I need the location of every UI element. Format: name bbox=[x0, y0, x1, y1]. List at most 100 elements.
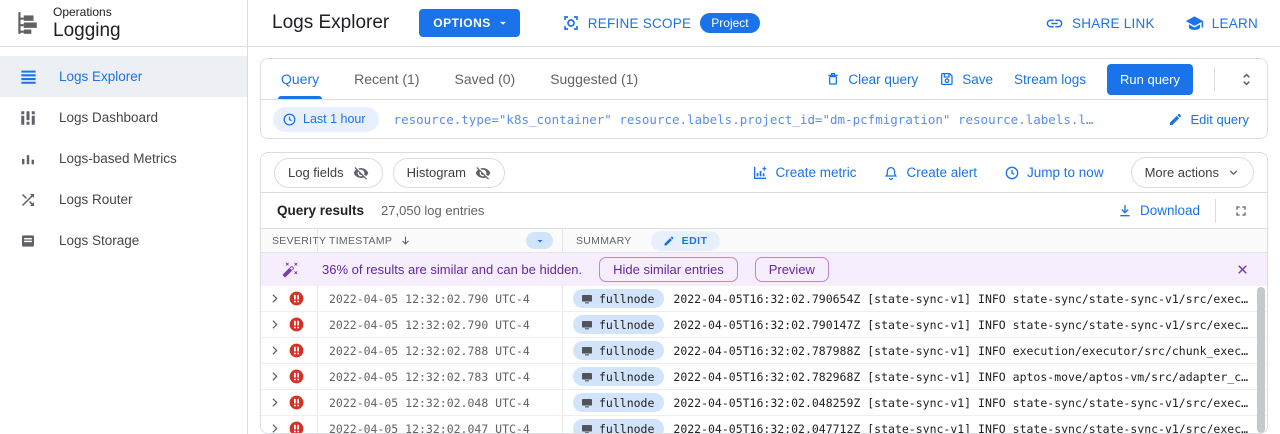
save-label: Save bbox=[962, 72, 993, 87]
magic-wand-icon bbox=[282, 261, 299, 278]
jump-to-now-label: Jump to now bbox=[1027, 165, 1104, 180]
clear-query-button[interactable]: Clear query bbox=[825, 71, 918, 87]
sort-descending-icon[interactable] bbox=[399, 234, 412, 247]
toolbar-links: Create metric Create alert Jump to now M… bbox=[752, 157, 1254, 188]
expand-chevron-icon[interactable] bbox=[268, 422, 281, 433]
expand-chevron-icon[interactable] bbox=[268, 396, 281, 409]
log-row[interactable]: 2022-04-05 12:32:02.790 UTC-4 fullnode 2… bbox=[261, 286, 1267, 312]
summary-column-label: SUMMARY bbox=[576, 235, 632, 247]
log-row[interactable]: 2022-04-05 12:32:02.048 UTC-4 fullnode 2… bbox=[261, 390, 1267, 416]
log-fields-toggle[interactable]: Log fields bbox=[274, 158, 383, 188]
product-header: Operations Logging bbox=[0, 0, 247, 47]
stream-logs-button[interactable]: Stream logs bbox=[1014, 72, 1086, 87]
collapse-panel-button[interactable] bbox=[1236, 69, 1257, 90]
resource-badge[interactable]: fullnode bbox=[573, 393, 664, 412]
monitor-icon bbox=[581, 319, 593, 331]
query-tabs-row: Query Recent (1) Saved (0) Suggested (1)… bbox=[261, 59, 1267, 100]
log-row-summary: 2022-04-05T16:32:02.790654Z [state-sync-… bbox=[673, 292, 1251, 306]
tab-saved[interactable]: Saved (0) bbox=[451, 59, 518, 99]
timestamp-column-label: TIMESTAMP bbox=[329, 235, 392, 247]
log-table-header: SEVERITY TIMESTAMP SUMMARY EDIT bbox=[261, 229, 1267, 253]
bell-icon bbox=[883, 165, 899, 181]
query-text[interactable]: resource.type="k8s_container" resource.l… bbox=[394, 112, 1154, 127]
expand-chevron-icon[interactable] bbox=[268, 318, 281, 331]
log-rows: 2022-04-05 12:32:02.790 UTC-4 fullnode 2… bbox=[261, 286, 1267, 433]
jump-to-now-button[interactable]: Jump to now bbox=[1004, 165, 1104, 181]
resource-badge[interactable]: fullnode bbox=[573, 315, 664, 334]
error-severity-icon bbox=[289, 421, 304, 433]
monitor-icon bbox=[581, 397, 593, 409]
expand-chevron-icon[interactable] bbox=[268, 370, 281, 383]
create-metric-button[interactable]: Create metric bbox=[752, 165, 856, 181]
fullscreen-icon bbox=[1233, 203, 1249, 219]
hide-similar-entries-button[interactable]: Hide similar entries bbox=[599, 257, 738, 282]
resource-badge[interactable]: fullnode bbox=[573, 341, 664, 360]
histogram-toggle[interactable]: Histogram bbox=[393, 158, 505, 188]
page-header: Logs Explorer OPTIONS REFINE SCOPE Proje… bbox=[248, 0, 1280, 47]
log-row-severity-cell bbox=[261, 286, 318, 311]
vertical-scrollbar[interactable] bbox=[1257, 287, 1265, 433]
download-button[interactable]: Download bbox=[1117, 203, 1200, 219]
log-row-summary-cell: fullnode 2022-04-05T16:32:02.047712Z [st… bbox=[563, 416, 1267, 433]
query-actions: Clear query Save Stream logs Run query bbox=[825, 64, 1261, 95]
refine-scope-group: REFINE SCOPE Project bbox=[562, 13, 760, 33]
sidebar-item-logs-router[interactable]: Logs Router bbox=[0, 179, 247, 220]
monitor-icon bbox=[581, 293, 593, 305]
expand-chevron-icon[interactable] bbox=[268, 344, 281, 357]
edit-query-button[interactable]: Edit query bbox=[1168, 112, 1255, 127]
chevron-down-icon bbox=[496, 16, 510, 30]
sidebar-item-logs-explorer[interactable]: Logs Explorer bbox=[0, 56, 247, 97]
sidebar-item-logs-based-metrics[interactable]: Logs-based Metrics bbox=[0, 138, 247, 179]
sidebar-item-label: Logs Router bbox=[59, 192, 133, 207]
preview-button[interactable]: Preview bbox=[755, 257, 829, 282]
fullscreen-button[interactable] bbox=[1231, 201, 1251, 221]
scope-project-badge[interactable]: Project bbox=[700, 13, 759, 33]
log-row-severity-cell bbox=[261, 416, 318, 433]
options-button-label: OPTIONS bbox=[433, 16, 491, 30]
log-row[interactable]: 2022-04-05 12:32:02.788 UTC-4 fullnode 2… bbox=[261, 338, 1267, 364]
tab-suggested[interactable]: Suggested (1) bbox=[547, 59, 641, 99]
timestamp-options-dropdown[interactable] bbox=[526, 232, 553, 249]
log-row-timestamp: 2022-04-05 12:32:02.790 UTC-4 bbox=[318, 312, 563, 337]
refine-scope-button[interactable]: REFINE SCOPE bbox=[562, 14, 692, 32]
edit-button-label: EDIT bbox=[682, 235, 708, 247]
log-row-summary-cell: fullnode 2022-04-05T16:32:02.790654Z [st… bbox=[563, 286, 1267, 311]
share-link-label: SHARE LINK bbox=[1072, 16, 1155, 31]
time-range-label: Last 1 hour bbox=[303, 112, 366, 126]
resource-badge-label: fullnode bbox=[599, 292, 654, 306]
histogram-label: Histogram bbox=[407, 165, 466, 180]
run-query-button[interactable]: Run query bbox=[1107, 64, 1193, 95]
resource-badge[interactable]: fullnode bbox=[573, 367, 664, 386]
clock-icon bbox=[282, 112, 297, 127]
more-actions-button[interactable]: More actions bbox=[1131, 157, 1254, 188]
divider bbox=[1214, 67, 1215, 91]
storage-icon bbox=[18, 231, 38, 251]
log-row[interactable]: 2022-04-05 12:32:02.783 UTC-4 fullnode 2… bbox=[261, 364, 1267, 390]
tab-recent[interactable]: Recent (1) bbox=[351, 59, 422, 99]
resource-badge[interactable]: fullnode bbox=[573, 419, 664, 433]
results-panel: Log fields Histogram Create metric bbox=[260, 152, 1268, 434]
resource-badge[interactable]: fullnode bbox=[573, 289, 664, 308]
log-row[interactable]: 2022-04-05 12:32:02.047 UTC-4 fullnode 2… bbox=[261, 416, 1267, 433]
edit-summary-button[interactable]: EDIT bbox=[651, 231, 720, 251]
log-fields-label: Log fields bbox=[288, 165, 344, 180]
log-row[interactable]: 2022-04-05 12:32:02.790 UTC-4 fullnode 2… bbox=[261, 312, 1267, 338]
save-button[interactable]: Save bbox=[939, 71, 993, 87]
options-button[interactable]: OPTIONS bbox=[419, 9, 520, 37]
sidebar-item-logs-dashboard[interactable]: Logs Dashboard bbox=[0, 97, 247, 138]
share-link-button[interactable]: SHARE LINK bbox=[1045, 14, 1155, 33]
main-area: Logs Explorer OPTIONS REFINE SCOPE Proje… bbox=[248, 0, 1280, 434]
expand-chevron-icon[interactable] bbox=[268, 292, 281, 305]
create-alert-button[interactable]: Create alert bbox=[883, 165, 977, 181]
monitor-icon bbox=[581, 371, 593, 383]
monitor-icon bbox=[581, 345, 593, 357]
banner-close-button[interactable] bbox=[1235, 262, 1250, 277]
tab-query[interactable]: Query bbox=[278, 59, 322, 99]
time-range-picker[interactable]: Last 1 hour bbox=[273, 107, 379, 132]
tab-label: Recent (1) bbox=[354, 71, 419, 87]
product-name-block: Operations Logging bbox=[53, 5, 121, 42]
close-icon bbox=[1235, 262, 1250, 277]
learn-button[interactable]: LEARN bbox=[1185, 14, 1258, 33]
sidebar-item-logs-storage[interactable]: Logs Storage bbox=[0, 220, 247, 261]
shuffle-icon bbox=[18, 190, 38, 210]
